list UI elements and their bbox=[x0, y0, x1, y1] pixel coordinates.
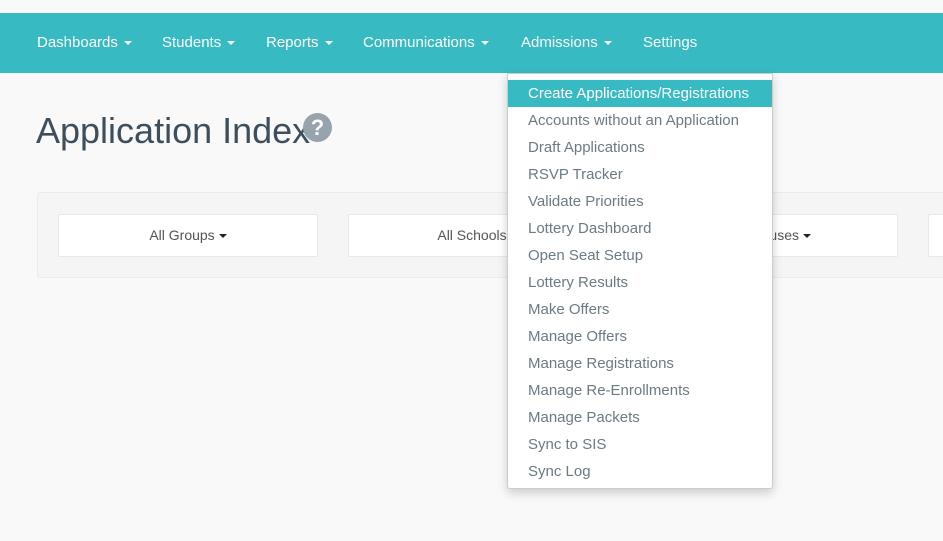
groups-filter-dropdown[interactable]: All Groups bbox=[58, 214, 318, 257]
menu-item-sync-to-sis[interactable]: Sync to SIS bbox=[508, 431, 772, 458]
nav-dashboards[interactable]: Dashboards bbox=[37, 13, 132, 73]
caret-down-icon bbox=[803, 234, 811, 239]
caret-down-icon bbox=[227, 41, 236, 46]
menu-item-open-seat-setup[interactable]: Open Seat Setup bbox=[508, 242, 772, 269]
filter-label: All Schools bbox=[437, 227, 507, 243]
menu-item-manage-packets[interactable]: Manage Packets bbox=[508, 404, 772, 431]
filter-dropdown[interactable] bbox=[928, 214, 943, 257]
menu-item-make-offers[interactable]: Make Offers bbox=[508, 296, 772, 323]
caret-down-icon bbox=[123, 41, 132, 46]
menu-item-lottery-results[interactable]: Lottery Results bbox=[508, 269, 772, 296]
nav-settings[interactable]: Settings bbox=[643, 13, 697, 73]
nav-label: Reports bbox=[266, 34, 319, 51]
menu-item-manage-re-enrollments[interactable]: Manage Re-Enrollments bbox=[508, 377, 772, 404]
caret-down-icon bbox=[480, 41, 489, 46]
nav-label: Admissions bbox=[521, 34, 598, 51]
nav-label: Students bbox=[162, 34, 222, 51]
caret-down-icon bbox=[603, 41, 612, 46]
nav-students[interactable]: Students bbox=[162, 13, 236, 73]
menu-item-draft-applications[interactable]: Draft Applications bbox=[508, 134, 772, 161]
menu-item-lottery-dashboard[interactable]: Lottery Dashboard bbox=[508, 215, 772, 242]
menu-item-sync-log[interactable]: Sync Log bbox=[508, 458, 772, 485]
page-title: Application Index bbox=[36, 110, 311, 151]
caret-down-icon bbox=[218, 234, 227, 239]
menu-item-create-applications-registrations[interactable]: Create Applications/Registrations bbox=[508, 80, 772, 107]
nav-communications[interactable]: Communications bbox=[363, 13, 489, 73]
admissions-dropdown-menu: Create Applications/Registrations Account… bbox=[507, 73, 773, 489]
question-circle-icon[interactable]: ? bbox=[303, 113, 332, 142]
nav-label: Settings bbox=[643, 34, 698, 51]
caret-down-icon bbox=[324, 41, 333, 46]
menu-item-validate-priorities[interactable]: Validate Priorities bbox=[508, 188, 772, 215]
menu-item-manage-registrations[interactable]: Manage Registrations bbox=[508, 350, 772, 377]
menu-item-accounts-without-an-application[interactable]: Accounts without an Application bbox=[508, 107, 772, 134]
menu-item-manage-offers[interactable]: Manage Offers bbox=[508, 323, 772, 350]
nav-reports[interactable]: Reports bbox=[266, 13, 333, 73]
filter-label: uses bbox=[769, 227, 799, 243]
top-nav: Dashboards Students Reports Communicatio… bbox=[0, 13, 943, 73]
filter-label: All Groups bbox=[149, 227, 215, 243]
nav-label: Communications bbox=[363, 34, 475, 51]
menu-item-rsvp-tracker[interactable]: RSVP Tracker bbox=[508, 161, 772, 188]
nav-admissions[interactable]: Admissions bbox=[521, 13, 612, 73]
nav-label: Dashboards bbox=[37, 34, 118, 51]
